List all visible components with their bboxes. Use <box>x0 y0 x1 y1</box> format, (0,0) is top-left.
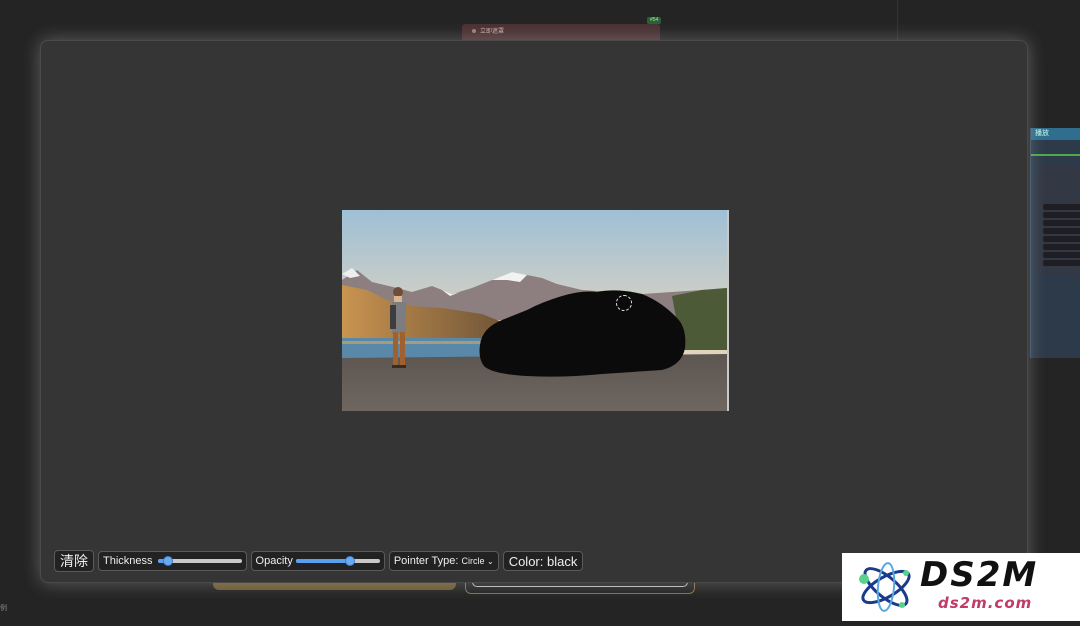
node-input-row <box>1043 220 1080 226</box>
pointer-type-label: Pointer Type: <box>393 555 459 567</box>
node-input-row <box>1043 228 1080 234</box>
chevron-down-icon: ⌄ <box>486 557 494 566</box>
background-node-title: 立即遮罩 <box>480 29 505 35</box>
thickness-control: Thickness <box>98 551 247 571</box>
graph-link-line <box>1031 154 1080 156</box>
color-button[interactable]: Color: black <box>502 551 584 571</box>
corner-text: 例 <box>0 605 7 612</box>
opacity-slider-handle[interactable] <box>345 556 356 566</box>
atom-logo-icon <box>859 562 911 612</box>
logo-main-text: DS2M <box>920 555 1039 595</box>
thickness-slider[interactable] <box>157 556 242 566</box>
node-input-row <box>1043 260 1080 266</box>
clear-button[interactable]: 清除 <box>54 550 94 572</box>
background-right-panel: 播放 <box>1030 128 1080 358</box>
ds2m-watermark-logo: DS2M ds2m.com <box>842 553 1080 621</box>
node-input-row <box>1043 212 1080 218</box>
node-input-row <box>1043 204 1080 210</box>
pointer-type-select[interactable]: Circle ⌄ <box>461 556 493 566</box>
brush-cursor <box>616 295 632 311</box>
mask-editor-dialog: 清除 Thickness Opacity Pointer Type: Circl… <box>40 40 1028 583</box>
pointer-type-value: Circle <box>461 556 485 566</box>
node-input-row <box>1043 244 1080 250</box>
opacity-slider[interactable] <box>295 556 380 566</box>
right-panel-node <box>1037 166 1080 276</box>
opacity-label: Opacity <box>255 555 293 567</box>
pointer-type-control: Pointer Type: Circle ⌄ <box>388 551 499 571</box>
thickness-slider-handle[interactable] <box>162 556 173 566</box>
node-input-row <box>1043 252 1080 258</box>
node-id-badge: #54 <box>647 17 662 24</box>
logo-sub-text: ds2m.com <box>938 594 1033 612</box>
background-node-header: 立即遮罩 <box>462 24 660 40</box>
mask-editor-toolbar: 清除 Thickness Opacity Pointer Type: Circl… <box>54 550 584 572</box>
right-panel-title: 播放 <box>1031 128 1080 140</box>
opacity-control: Opacity <box>250 551 385 571</box>
node-input-row <box>1043 236 1080 242</box>
mask-drawing-canvas[interactable] <box>342 210 729 411</box>
thickness-label: Thickness <box>103 555 153 567</box>
node-status-dot <box>472 29 476 33</box>
opacity-slider-fill <box>295 559 351 563</box>
